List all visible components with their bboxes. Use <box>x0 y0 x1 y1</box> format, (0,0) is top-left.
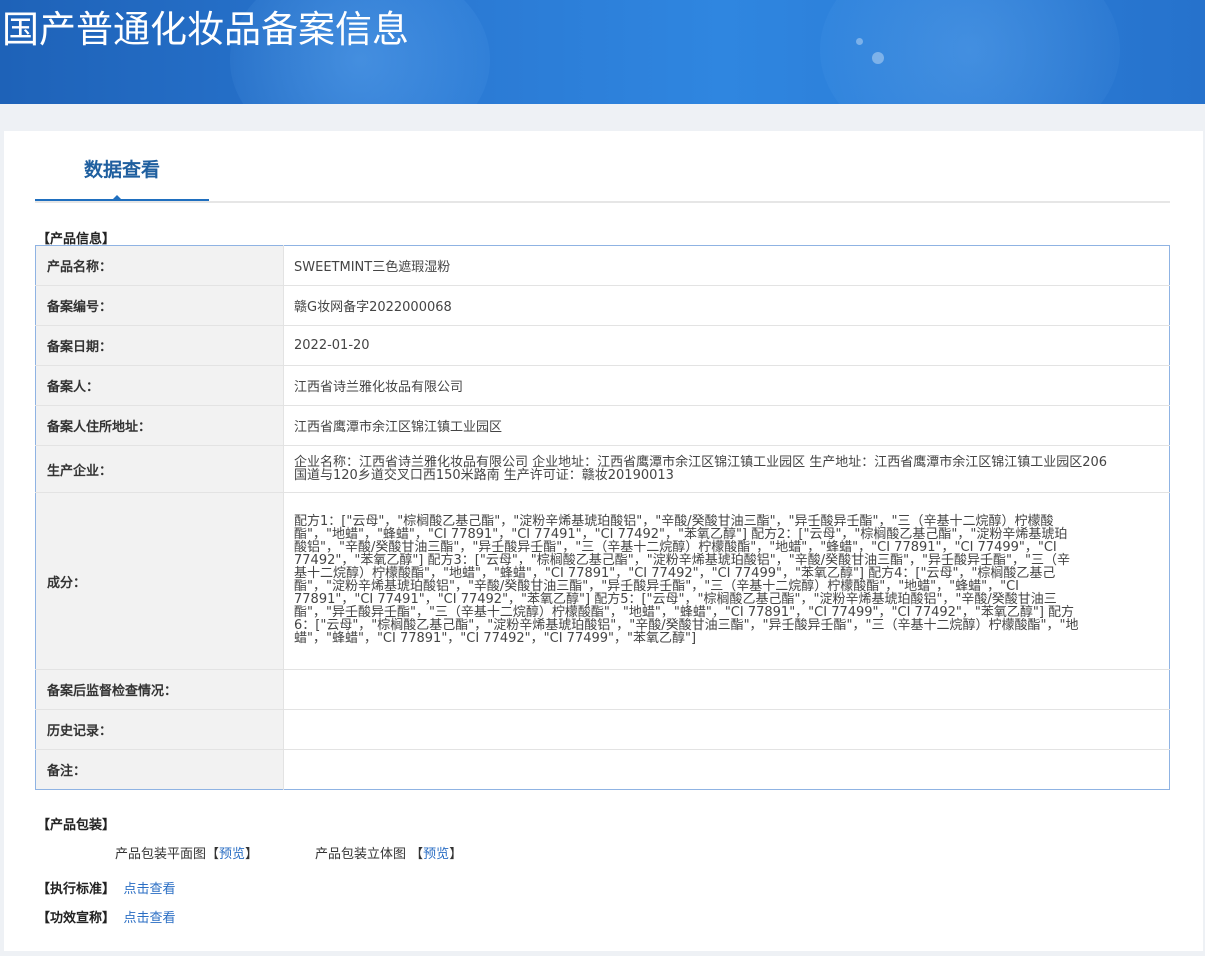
row-value: SWEETMINT三色遮瑕湿粉 <box>294 260 451 275</box>
table-row: 备案编号： 赣G妆网备字2022000068 <box>35 285 1170 326</box>
table-row: 备案日期： 2022-01-20 <box>35 325 1170 366</box>
table-row: 备案人： 江西省诗兰雅化妆品有限公司 <box>35 365 1170 406</box>
header-banner: 国产普通化妆品备案信息 <box>0 0 1205 104</box>
row-label: 备案编号： <box>35 285 284 326</box>
banner-dot <box>872 52 884 64</box>
packaging-solid: 产品包装立体图 【预览】 <box>315 843 462 862</box>
packaging-flat: 产品包装平面图【预览】 <box>115 843 258 862</box>
table-row: 成分： 配方1：["云母"，"棕榈酸乙基己酯"，"淀粉辛烯基琥珀酸铝"，"辛酸/… <box>35 492 1170 670</box>
standard-row: 【执行标准】 点击查看 <box>37 878 176 897</box>
row-label: 备注： <box>35 749 284 790</box>
row-value: 江西省诗兰雅化妆品有限公司 <box>283 365 1170 406</box>
row-value <box>283 749 1170 790</box>
solid-preview-link[interactable]: 预览 <box>423 847 449 862</box>
row-label: 历史记录： <box>35 709 284 750</box>
packaging-solid-label: 产品包装立体图 <box>315 847 407 862</box>
product-info-table: 产品名称： SWEETMINT三色遮瑕湿粉 备案编号： 赣G妆网备字202200… <box>35 245 1170 790</box>
flat-preview-link[interactable]: 预览 <box>219 847 245 862</box>
table-row: 备案人住所地址： 江西省鹰潭市余江区锦江镇工业园区 <box>35 405 1170 446</box>
bracket-close: 】 <box>449 847 463 862</box>
efficacy-row: 【功效宣称】 点击查看 <box>37 907 176 926</box>
row-label: 产品名称： <box>35 245 284 286</box>
row-value: 2022-01-20 <box>283 325 1170 366</box>
standard-view-link[interactable]: 点击查看 <box>124 882 176 897</box>
row-label: 备案日期： <box>35 325 284 366</box>
page-title: 国产普通化妆品备案信息 <box>2 8 409 51</box>
table-row: 备案后监督检查情况： <box>35 669 1170 710</box>
bracket-close: 】 <box>245 847 259 862</box>
efficacy-view-link[interactable]: 点击查看 <box>124 911 176 926</box>
table-row: 历史记录： <box>35 709 1170 750</box>
tab-bar: 数据查看 <box>35 145 1170 203</box>
packaging-flat-label: 产品包装平面图 <box>115 847 207 862</box>
row-value: 赣G妆网备字2022000068 <box>283 285 1170 326</box>
bracket-open: 【 <box>206 847 220 862</box>
standard-heading: 【执行标准】 <box>37 882 116 897</box>
efficacy-heading: 【功效宣称】 <box>37 911 116 926</box>
row-label: 生产企业： <box>35 445 284 493</box>
bracket-open: 【 <box>410 847 424 862</box>
row-label: 成分： <box>35 492 284 670</box>
row-label: 备案后监督检查情况： <box>35 669 284 710</box>
packaging-heading: 【产品包装】 <box>37 818 116 833</box>
tab-data-view[interactable]: 数据查看 <box>35 145 209 201</box>
row-label: 备案人住所地址： <box>35 405 284 446</box>
tab-label: 数据查看 <box>83 159 160 181</box>
row-value <box>283 669 1170 710</box>
row-value: 企业名称：江西省诗兰雅化妆品有限公司 企业地址：江西省鹰潭市余江区锦江镇工业园区… <box>283 445 1170 493</box>
banner-glow <box>820 0 1120 104</box>
row-value <box>283 709 1170 750</box>
table-row: 备注： <box>35 749 1170 790</box>
row-label: 备案人： <box>35 365 284 406</box>
banner-dot <box>856 38 863 45</box>
content-panel: 数据查看 【产品信息】 产品名称： SWEETMINT三色遮瑕湿粉 备案编号： … <box>4 131 1203 951</box>
table-row: 生产企业： 企业名称：江西省诗兰雅化妆品有限公司 企业地址：江西省鹰潭市余江区锦… <box>35 445 1170 493</box>
tab-caret-icon <box>111 195 123 201</box>
row-value: 江西省鹰潭市余江区锦江镇工业园区 <box>283 405 1170 446</box>
row-value: 配方1：["云母"，"棕榈酸乙基己酯"，"淀粉辛烯基琥珀酸铝"，"辛酸/癸酸甘油… <box>283 492 1170 670</box>
table-row: 产品名称： SWEETMINT三色遮瑕湿粉 <box>35 245 1170 286</box>
